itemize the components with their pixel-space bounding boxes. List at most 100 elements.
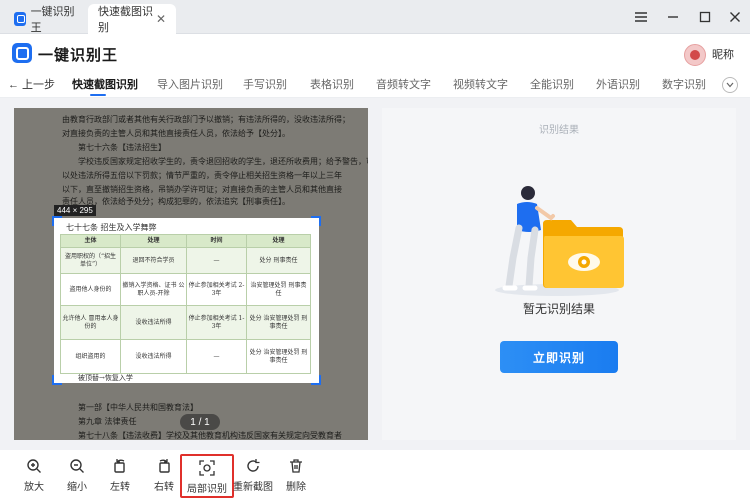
table-header: 处理 xyxy=(120,234,187,248)
table-cell: 撤销入学资格、证书 公职人员-开除 xyxy=(120,273,187,306)
selection-size-label: 444 × 295 xyxy=(54,205,96,216)
tab-close-icon[interactable]: ✕ xyxy=(156,12,166,26)
selection-region[interactable]: 七十七条 招生及入学舞弊 主体 处理 时间 处理 盗用职权的（“招生单位”） 退… xyxy=(52,216,321,385)
window-tab-app[interactable]: 一键识别王 xyxy=(4,4,86,34)
table-cell: 处分 治安管理处罚 刑事责任 xyxy=(246,339,311,374)
maximize-icon[interactable] xyxy=(688,0,722,34)
page-text-line: 学校违反国家规定招收学生的，责令退回招收的学生，退还所收费用；给予警告，可 xyxy=(78,157,368,166)
page-text-line: 责任人员，依法给予处分；构成犯罪的，依法追究【刑事责任】。 xyxy=(62,197,290,206)
page-text-line: 第七十八条【违法收费】学校及其他教育机构违反国家有关规定向受教育者 xyxy=(78,431,342,440)
back-button[interactable]: ← 上一步 xyxy=(8,76,55,92)
bottom-toolbar: 放大 缩小 左转 右转 局部识别 重新截图 删除 xyxy=(0,450,750,500)
table-row: 盗用职权的（“招生单位”） 退回不符合学员 — 处分 刑事责任 xyxy=(60,247,311,274)
table-cell: 停止参加相关考试 1-3年 xyxy=(186,305,247,340)
toolbar-label: 左转 xyxy=(110,482,130,493)
page-text-line: 第九章 法律责任 xyxy=(78,417,137,426)
page-text-line: 第一部【中华人民共和国教育法】 xyxy=(78,403,198,412)
chevron-down-icon[interactable] xyxy=(722,77,738,93)
rotate-left-icon xyxy=(114,459,125,473)
selection-handle[interactable] xyxy=(52,375,62,385)
app-logo-icon xyxy=(12,43,32,63)
table-cell: 没收违法所得 xyxy=(120,305,187,340)
zoom-in-icon xyxy=(27,459,41,473)
window-tab-label: 快速截图识别 xyxy=(98,6,153,34)
nav-item-all-purpose[interactable]: 全能识别 xyxy=(530,76,574,92)
retake-screenshot-button[interactable]: 重新截图 xyxy=(233,458,273,498)
table-cell: 治安管理处罚 刑事责任 xyxy=(246,273,311,306)
window-tab-label: 一键识别王 xyxy=(30,6,75,34)
zoom-in-button[interactable]: 放大 xyxy=(14,458,54,498)
table-row: 盗用他人身份的 撤销入学资格、证书 公职人员-开除 停止参加相关考试 2-3年 … xyxy=(60,273,311,306)
app-header: 一键识别王 xyxy=(0,34,750,72)
delete-button[interactable]: 删除 xyxy=(276,458,316,498)
result-panel: 识别结果 暂无识别结果 立即识别 xyxy=(382,108,736,440)
app-logo-icon xyxy=(14,12,26,26)
close-icon[interactable] xyxy=(718,0,750,34)
app-title: 一键识别王 xyxy=(38,47,119,64)
table-cell: 组织盗用的 xyxy=(60,339,121,374)
table-row: 组织盗用的 没收违法所得 — 处分 治安管理处罚 刑事责任 xyxy=(60,339,311,374)
table-cell: 允许他人 冒用本人身份的 xyxy=(60,305,121,340)
rotate-right-icon xyxy=(159,459,170,473)
window-tab-screenshot[interactable]: 快速截图识别 ✕ xyxy=(88,4,176,34)
nav-item-video-to-text[interactable]: 视频转文字 xyxy=(453,76,508,92)
table-cell: 处分 刑事责任 xyxy=(246,247,311,274)
nav-item-digit[interactable]: 数字识别 xyxy=(662,76,706,92)
main-content: 由教育行政部门或者其他有关行政部门予以撤销；有违法所得的，没收违法所得； 对直接… xyxy=(0,98,750,450)
minimize-icon[interactable] xyxy=(656,0,690,34)
captured-table: 主体 处理 时间 处理 盗用职权的（“招生单位”） 退回不符合学员 — 处分 刑… xyxy=(60,234,311,374)
toolbar-label: 放大 xyxy=(24,482,44,493)
table-cell: 盗用职权的（“招生单位”） xyxy=(60,247,121,274)
empty-folder-illustration-icon xyxy=(495,186,624,296)
nav-active-indicator xyxy=(90,94,106,96)
table-cell: 停止参加相关考试 2-3年 xyxy=(186,273,247,306)
table-header: 处理 xyxy=(246,234,311,248)
nav-item-table[interactable]: 表格识别 xyxy=(310,76,354,92)
tool-navigation: ← 上一步 快速截图识别 导入图片识别 手写识别 表格识别 音频转文字 视频转文… xyxy=(0,72,750,98)
result-title: 识别结果 xyxy=(539,125,579,136)
toolbar-label: 局部识别 xyxy=(187,484,227,495)
rotate-left-button[interactable]: 左转 xyxy=(100,458,140,498)
nav-item-quick-screenshot[interactable]: 快速截图识别 xyxy=(72,76,138,92)
page-text-line: 对直接负责的主管人员和其他直接责任人员，依法给予【处分】。 xyxy=(62,129,290,138)
selection-handle[interactable] xyxy=(311,216,321,226)
page-text-line: 以处违法所得五倍以下罚款；情节严重的，责令停止相关招生资格一年以上三年 xyxy=(62,171,342,180)
partial-recognize-button[interactable]: 局部识别 xyxy=(180,454,234,498)
nav-item-handwriting[interactable]: 手写识别 xyxy=(243,76,287,92)
nav-item-foreign-language[interactable]: 外语识别 xyxy=(596,76,640,92)
window-tab-strip: 一键识别王 快速截图识别 ✕ xyxy=(0,0,750,34)
table-header: 主体 xyxy=(60,234,121,248)
trash-icon xyxy=(290,459,302,473)
table-cell: 盗用他人身份的 xyxy=(60,273,121,306)
user-nickname[interactable]: 昵称 xyxy=(712,46,734,62)
zoom-out-icon xyxy=(70,459,84,473)
no-result-text: 暂无识别结果 xyxy=(522,302,595,316)
page-text-line: 以下，直至撤销招生资格，吊销办学许可证；对直接负责的主管人员和其他直接 xyxy=(62,185,342,194)
table-cell: 处分 治安管理处罚 刑事责任 xyxy=(246,305,311,340)
nav-item-audio-to-text[interactable]: 音频转文字 xyxy=(376,76,431,92)
table-cell: — xyxy=(186,247,247,274)
selection-handle[interactable] xyxy=(311,375,321,385)
toolbar-label: 缩小 xyxy=(67,482,87,493)
table-header: 时间 xyxy=(186,234,247,248)
table-cell: 没收违法所得 xyxy=(120,339,187,374)
nav-item-import-image[interactable]: 导入图片识别 xyxy=(157,76,223,92)
rotate-right-button[interactable]: 右转 xyxy=(144,458,184,498)
page-text-line: 第七十六条【违法招生】 xyxy=(78,143,166,152)
selection-handle[interactable] xyxy=(52,216,62,226)
toolbar-label: 右转 xyxy=(154,482,174,493)
avatar[interactable] xyxy=(684,44,706,66)
toolbar-label: 重新截图 xyxy=(233,482,273,493)
recognize-now-button[interactable]: 立即识别 xyxy=(500,341,618,373)
page-indicator: 1 / 1 xyxy=(180,414,220,430)
toolbar-label: 删除 xyxy=(286,482,306,493)
refresh-icon xyxy=(247,459,260,472)
table-cell: 退回不符合学员 xyxy=(120,247,187,274)
table-cell: — xyxy=(186,339,247,374)
page-text-line: 由教育行政部门或者其他有关行政部门予以撤销；有违法所得的，没收违法所得； xyxy=(62,115,350,124)
zoom-out-button[interactable]: 缩小 xyxy=(57,458,97,498)
table-footer-text: 被顶替→恢复入学 xyxy=(78,374,133,382)
image-preview-panel[interactable]: 由教育行政部门或者其他有关行政部门予以撤销；有违法所得的，没收违法所得； 对直接… xyxy=(14,108,368,440)
table-title: 七十七条 招生及入学舞弊 xyxy=(66,223,157,232)
menu-icon[interactable] xyxy=(624,0,658,34)
